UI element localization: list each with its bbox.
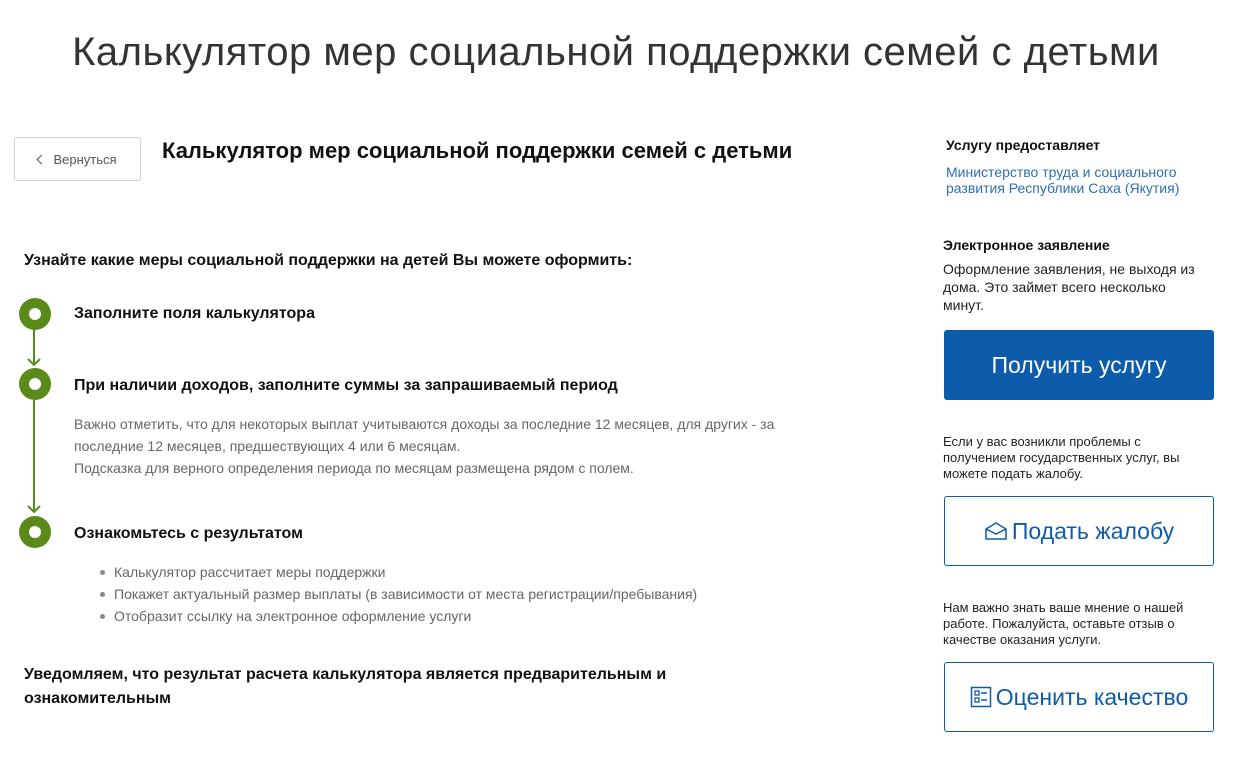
feedback-text: Нам важно знать ваше мнение о нашей рабо… [943, 600, 1213, 648]
eform-text-line: Оформление заявления, не выходя из [943, 261, 1195, 277]
feedback-text-line: Нам важно знать ваше мнение о нашей [943, 600, 1184, 615]
get-service-button[interactable]: Получить услугу [944, 330, 1214, 400]
step-title: Ознакомьтесь с результатом [74, 525, 303, 542]
intro-heading: Узнайте какие меры социальной поддержки … [24, 252, 633, 269]
checklist-icon [970, 686, 992, 708]
complaint-text-line: Если у вас возникли проблемы с [943, 434, 1141, 449]
service-title: Калькулятор мер социальной поддержки сем… [162, 138, 793, 163]
step-description: Важно отметить, что для некоторых выплат… [74, 413, 854, 479]
arrow-down-icon [27, 358, 41, 366]
eform-heading: Электронное заявление [943, 237, 1110, 253]
list-item: Отобразит ссылку на электронное оформлен… [96, 605, 697, 627]
complaint-text-line: получением государственных услуг, вы [943, 450, 1180, 465]
step-marker [19, 368, 51, 400]
notice-line: Уведомляем, что результат расчета кальку… [24, 666, 667, 683]
provider-heading: Услугу предоставляет [946, 137, 1101, 153]
complaint-text-line: можете подать жалобу. [943, 466, 1083, 481]
eform-text-line: минут. [943, 297, 984, 313]
rate-quality-button[interactable]: Оценить качество [944, 662, 1214, 732]
complaint-text: Если у вас возникли проблемы с получение… [943, 434, 1213, 482]
page-title: Калькулятор мер социальной поддержки сем… [72, 30, 1160, 74]
list-item: Покажет актуальный размер выплаты (в зав… [96, 583, 697, 605]
chevron-left-icon [37, 154, 47, 165]
feedback-text-line: работе. Пожалуйста, оставьте отзыв о [943, 616, 1175, 631]
step-description-line: последние 12 месяцев, предшествующих 4 и… [74, 438, 461, 454]
provider-link[interactable]: Министерство труда и социального развити… [946, 164, 1216, 196]
notice-line: ознакомительным [24, 690, 172, 707]
complaint-button[interactable]: Подать жалобу [944, 496, 1214, 566]
step-description-line: Важно отметить, что для некоторых выплат… [74, 416, 775, 432]
back-button[interactable]: Вернуться [14, 137, 141, 181]
rate-quality-button-label: Оценить качество [995, 683, 1189, 710]
provider-link-line: развития Республики Саха (Якутия) [946, 180, 1180, 196]
envelope-icon [985, 522, 1007, 540]
provider-link-line: Министерство труда и социального [946, 164, 1177, 180]
list-item: Калькулятор рассчитает меры поддержки [96, 561, 697, 583]
back-button-label: Вернуться [53, 151, 117, 167]
step-title: При наличии доходов, заполните суммы за … [74, 377, 618, 394]
step-title: Заполните поля калькулятора [74, 305, 315, 322]
step-description-line: Подсказка для верного определения период… [74, 460, 634, 476]
complaint-button-label: Подать жалобу [1011, 517, 1175, 544]
eform-text: Оформление заявления, не выходя из дома.… [943, 260, 1223, 314]
step-marker [19, 516, 51, 548]
notice-text: Уведомляем, что результат расчета кальку… [24, 663, 784, 711]
eform-text-line: дома. Это займет всего несколько [943, 279, 1166, 295]
result-list: Калькулятор рассчитает меры поддержки По… [96, 561, 697, 627]
feedback-text-line: качестве оказания услуги. [943, 632, 1102, 647]
timeline-line [33, 400, 35, 510]
step-marker [19, 298, 51, 330]
arrow-down-icon [27, 505, 41, 513]
